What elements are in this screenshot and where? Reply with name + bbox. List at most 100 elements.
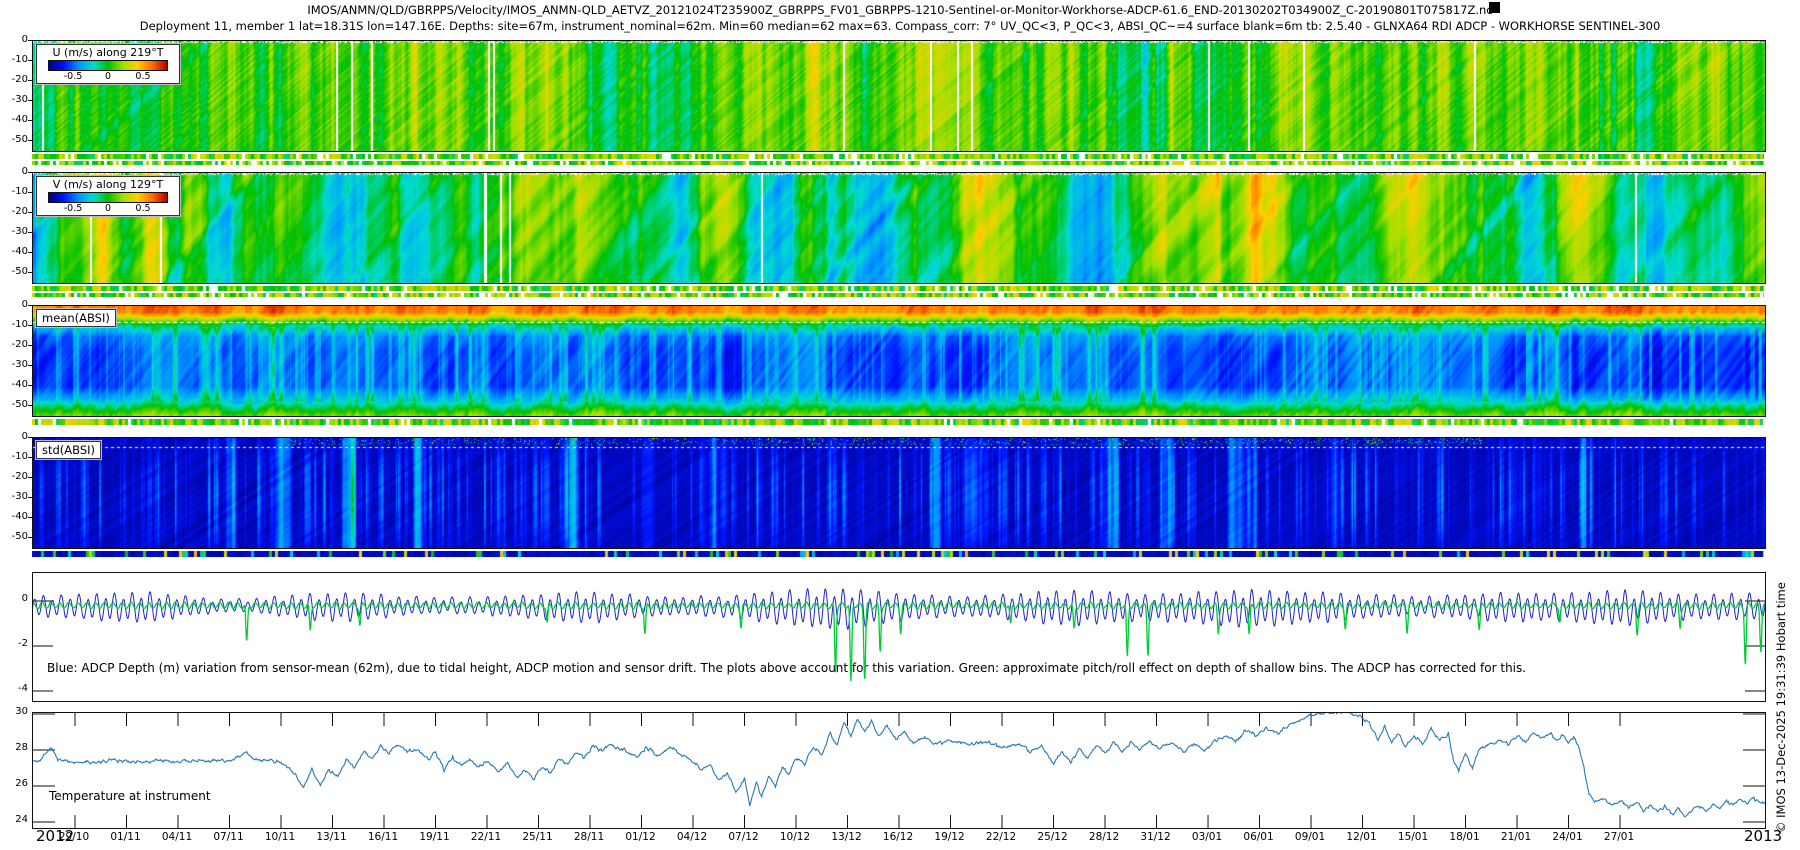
p5-tick-label: 0	[2, 593, 28, 604]
depth-tick-label: -50	[2, 266, 28, 277]
legend-u-title: U (m/s) along 219°T	[37, 45, 179, 59]
depth-tick-mark	[28, 437, 32, 438]
hm-v-canvas	[32, 172, 1766, 284]
figure: IMOS/ANMN/QLD/GBRPPS/Velocity/IMOS_ANMN-…	[0, 0, 1800, 850]
depth-tick-mark	[28, 212, 32, 213]
x-axis-date-label: 01/11	[110, 831, 140, 843]
x-axis-date-label: 28/11	[574, 831, 604, 843]
depth-tick-mark	[28, 140, 32, 141]
depth-tick-label: -40	[2, 379, 28, 390]
x-axis-date-label: 13/11	[316, 831, 346, 843]
depth-tick-mark	[28, 252, 32, 253]
hm-v-bottom-bin-strip-1	[32, 293, 1764, 297]
hm-u-bottom-bin-strip-1	[32, 161, 1764, 165]
x-axis-date-label: 03/01	[1192, 831, 1222, 843]
depth-tick-label: -10	[2, 54, 28, 65]
figure-title-filename: IMOS/ANMN/QLD/GBRPPS/Velocity/IMOS_ANMN-…	[0, 3, 1800, 17]
depth-tick-label: -50	[2, 134, 28, 145]
panel-temperature: Temperature at instrument	[32, 712, 1766, 829]
copyright-vertical-text: © IMOS 13-Dec-2025 19:31:39 Hobart time	[1774, 582, 1788, 833]
x-axis-date-label: 04/11	[162, 831, 192, 843]
x-axis-date-label: 07/11	[213, 831, 243, 843]
p5-tick-label: -2	[2, 638, 28, 649]
hm-mean-canvas	[32, 305, 1766, 417]
depth-tick-label: -30	[2, 491, 28, 502]
depth-tick-label: -40	[2, 511, 28, 522]
depth-tick-label: -10	[2, 319, 28, 330]
temperature-label: Temperature at instrument	[49, 789, 211, 803]
colorbar-v	[48, 192, 168, 203]
x-axis-date-label: 18/01	[1449, 831, 1479, 843]
temperature-line	[33, 713, 1765, 817]
x-axis-date-label: 09/01	[1295, 831, 1325, 843]
colorbar-tick-label: 0	[105, 71, 111, 82]
colorbar-v-ticks: -0.5 0 0.5	[37, 203, 179, 215]
legend-u-velocity: U (m/s) along 219°T -0.5 0 0.5	[36, 44, 180, 84]
colorbar-tick-label: 0	[105, 203, 111, 214]
hm-std-canvas	[32, 437, 1766, 549]
x-axis-date-label: 31/12	[1140, 831, 1170, 843]
depth-tick-label: 0	[2, 431, 28, 442]
depth-tick-label: -20	[2, 471, 28, 482]
x-axis-date-label: 22/12	[986, 831, 1016, 843]
depth-tick-mark	[28, 325, 32, 326]
depth-tick-mark	[28, 232, 32, 233]
pitch-roll-line	[33, 602, 1765, 681]
depth-tick-mark	[28, 172, 32, 173]
depth-tick-label: -30	[2, 359, 28, 370]
x-axis-date-label: 12/01	[1346, 831, 1376, 843]
depth-tick-mark	[28, 345, 32, 346]
colorbar-tick-label: 0.5	[135, 203, 150, 214]
x-axis-date-label: 25/11	[522, 831, 552, 843]
depth-variation-plot	[33, 573, 1765, 701]
hm-u-bottom-bin-strip-0	[32, 154, 1764, 159]
depth-tick-label: -20	[2, 339, 28, 350]
panel-mean-absi-heatmap	[32, 305, 1766, 425]
depth-tick-label: 0	[2, 34, 28, 45]
depth-tick-label: -10	[2, 186, 28, 197]
hm-u-canvas	[32, 40, 1766, 152]
hm-mean-bottom-bin-strip-0	[32, 419, 1764, 425]
panel-std-absi-heatmap	[32, 437, 1766, 557]
depth-tick-mark	[28, 80, 32, 81]
depth-tick-label: -30	[2, 226, 28, 237]
x-axis-date-label: 06/01	[1243, 831, 1273, 843]
legend-v-velocity: V (m/s) along 129°T -0.500.5	[36, 176, 180, 216]
x-axis-date-label: 13/12	[831, 831, 861, 843]
depth-tick-mark	[28, 497, 32, 498]
figure-subtitle-deployment: Deployment 11, member 1 lat=18.31S lon=1…	[0, 19, 1800, 33]
depth-tick-mark	[28, 365, 32, 366]
x-axis-date-label: 24/01	[1552, 831, 1582, 843]
panel-v-velocity-heatmap	[32, 172, 1766, 297]
x-axis-date-label: 21/01	[1501, 831, 1531, 843]
p5-tick-label: -4	[2, 683, 28, 694]
colorbar-tick-label: 0.5	[135, 71, 150, 82]
x-axis-date-label: 16/11	[368, 831, 398, 843]
temperature-plot	[33, 713, 1765, 828]
depth-tick-mark	[28, 385, 32, 386]
p6-tick-label: 30	[2, 706, 28, 717]
depth-tick-mark	[28, 477, 32, 478]
x-axis-date-label: 29/10	[59, 831, 89, 843]
x-axis-date-label: 28/12	[1089, 831, 1119, 843]
depth-tick-mark	[28, 40, 32, 41]
depth-tick-mark	[28, 272, 32, 273]
depth-tick-mark	[28, 120, 32, 121]
x-axis-date-label: 27/01	[1604, 831, 1634, 843]
depth-tick-label: 0	[2, 299, 28, 310]
colorbar-tick-label: -0.5	[64, 203, 83, 214]
x-axis-date-label: 15/01	[1398, 831, 1428, 843]
depth-tick-label: -40	[2, 246, 28, 257]
x-axis-date-label: 10/11	[265, 831, 295, 843]
depth-tick-label: -30	[2, 94, 28, 105]
panel-u-velocity-heatmap	[32, 40, 1766, 165]
colorbar-tick-label: -0.5	[64, 71, 83, 82]
p6-tick-label: 28	[2, 742, 28, 753]
x-axis-date-label: 10/12	[780, 831, 810, 843]
depth-tick-mark	[28, 537, 32, 538]
depth-tick-mark	[28, 60, 32, 61]
x-axis-date-label: 19/12	[934, 831, 964, 843]
label-std-absi: std(ABSI)	[36, 441, 101, 459]
depth-tick-label: -50	[2, 399, 28, 410]
window-corner-mark	[1489, 2, 1500, 13]
